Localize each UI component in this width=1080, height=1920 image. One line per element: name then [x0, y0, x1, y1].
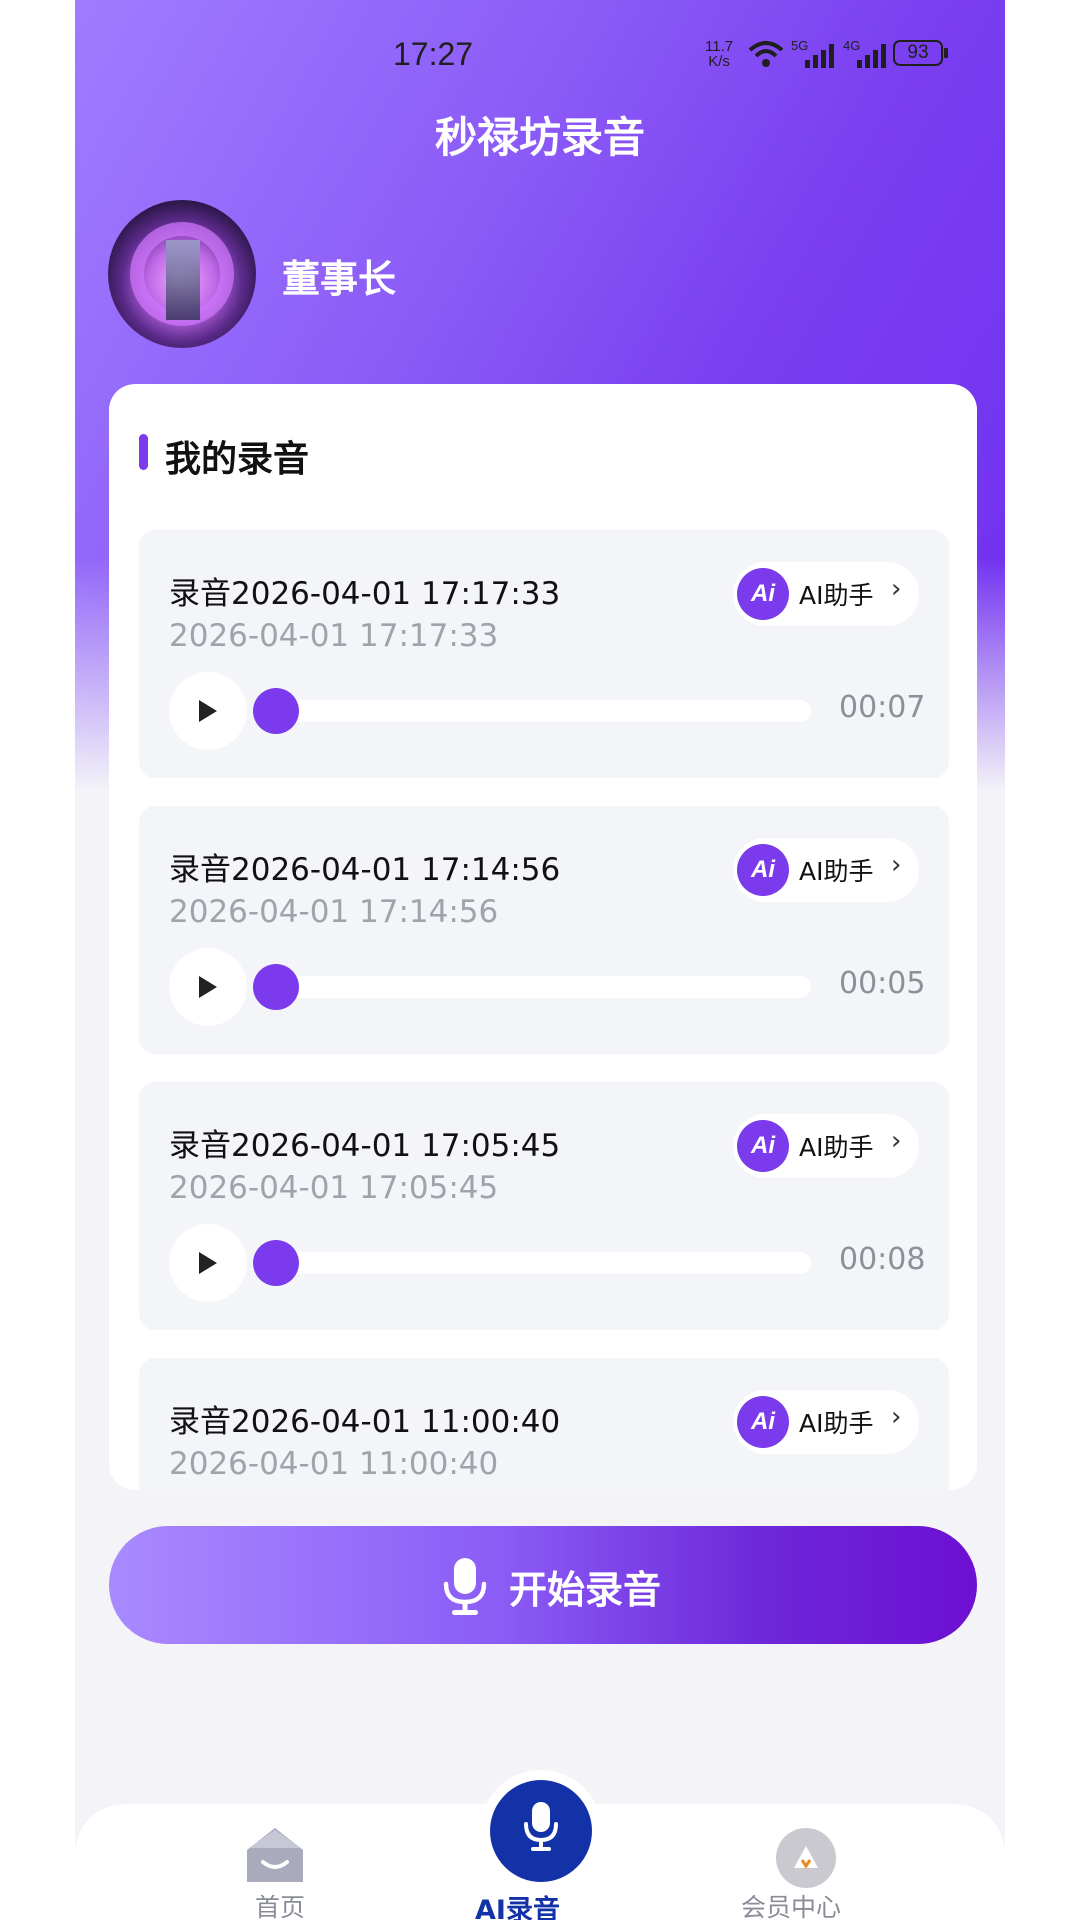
recording-date: 2026-04-01 17:14:56	[169, 894, 499, 930]
recording-date: 2026-04-01 11:00:40	[169, 1446, 499, 1482]
network-speed-unit: K/s	[708, 53, 730, 70]
status-bar: 17:27 11.7 K/s 5G 4G 93	[75, 32, 1005, 82]
signal-5g-icon: 5G	[791, 38, 837, 70]
recording-title: 录音2026-04-01 17:05:45	[169, 1128, 561, 1164]
vip-icon	[776, 1828, 836, 1888]
recording-date: 2026-04-01 17:05:45	[169, 1170, 499, 1206]
play-button[interactable]	[169, 948, 247, 1026]
section-title: 我的录音	[165, 439, 310, 480]
recording-item[interactable]: 录音2026-04-01 17:14:56 2026-04-01 17:14:5…	[139, 806, 949, 1054]
progress-track[interactable]	[257, 1252, 811, 1274]
start-recording-button[interactable]: 开始录音	[109, 1526, 977, 1644]
network-speed-value: 11.7	[705, 38, 734, 55]
recording-title: 录音2026-04-01 17:14:56	[169, 852, 561, 888]
home-icon	[247, 1828, 303, 1882]
network-speed: 11.7 K/s	[705, 39, 733, 69]
avatar-city-decor	[166, 240, 200, 320]
play-button[interactable]	[169, 1224, 247, 1302]
app-title: 秒禄坊录音	[434, 113, 645, 162]
chevron-right-icon: ›	[891, 574, 902, 604]
ai-assistant-button[interactable]: Ai AI助手 ›	[733, 838, 919, 902]
play-button[interactable]	[169, 672, 247, 750]
ai-assistant-button[interactable]: Ai AI助手 ›	[733, 1114, 919, 1178]
battery-level: 93	[907, 42, 929, 63]
ai-icon: Ai	[737, 568, 789, 620]
recordings-card: 我的录音 录音2026-04-01 17:17:33 2026-04-01 17…	[109, 384, 977, 1490]
recording-duration: 00:07	[839, 690, 926, 725]
battery-icon: 93	[893, 40, 951, 68]
progress-thumb[interactable]	[253, 964, 299, 1010]
progress-track[interactable]	[257, 976, 811, 998]
ai-assistant-label: AI助手	[799, 1133, 874, 1162]
chevron-right-icon: ›	[891, 850, 902, 880]
ai-assistant-label: AI助手	[799, 857, 874, 886]
ai-icon: Ai	[737, 844, 789, 896]
play-icon	[199, 700, 217, 722]
ai-assistant-button[interactable]: Ai AI助手 ›	[733, 1390, 919, 1454]
progress-track[interactable]	[257, 700, 811, 722]
recording-duration: 00:08	[839, 1242, 926, 1277]
tab-home-label: 首页	[254, 1893, 305, 1920]
recording-title: 录音2026-04-01 17:17:33	[169, 576, 561, 612]
recording-item[interactable]: 录音2026-04-01 11:00:40 2026-04-01 11:00:4…	[139, 1358, 949, 1490]
tab-vip-label: 会员中心	[741, 1893, 842, 1920]
microphone-icon	[524, 1802, 558, 1851]
username: 董事长	[282, 257, 397, 301]
progress-thumb[interactable]	[253, 1240, 299, 1286]
play-icon	[199, 976, 217, 998]
ai-assistant-button[interactable]: Ai AI助手 ›	[733, 562, 919, 626]
signal-4g-icon: 4G	[843, 38, 889, 70]
status-time: 17:27	[393, 36, 474, 72]
tab-ai-record-label: AI录音	[475, 1895, 560, 1920]
recording-title: 录音2026-04-01 11:00:40	[169, 1404, 561, 1440]
recording-item[interactable]: 录音2026-04-01 17:17:33 2026-04-01 17:17:3…	[139, 530, 949, 778]
ai-icon: Ai	[737, 1396, 789, 1448]
tab-bar: 首页 AI录音 会员中心	[75, 1780, 1005, 1920]
chevron-right-icon: ›	[891, 1402, 902, 1432]
play-icon	[199, 1252, 217, 1274]
ai-assistant-label: AI助手	[799, 1409, 874, 1438]
microphone-icon	[443, 1558, 487, 1615]
ai-icon: Ai	[737, 1120, 789, 1172]
ai-assistant-label: AI助手	[799, 581, 874, 610]
recording-item[interactable]: 录音2026-04-01 17:05:45 2026-04-01 17:05:4…	[139, 1082, 949, 1330]
start-recording-label: 开始录音	[509, 1568, 662, 1612]
chevron-right-icon: ›	[891, 1126, 902, 1156]
tab-ai-record[interactable]	[490, 1780, 592, 1882]
section-accent-bar	[139, 434, 148, 470]
recording-duration: 00:05	[839, 966, 926, 1001]
progress-thumb[interactable]	[253, 688, 299, 734]
app-screen: 17:27 11.7 K/s 5G 4G 93 秒禄坊录音 董事长 我的录音 录…	[75, 0, 1005, 1920]
avatar[interactable]	[108, 200, 256, 348]
recording-date: 2026-04-01 17:17:33	[169, 618, 499, 654]
wifi-icon	[748, 41, 784, 67]
